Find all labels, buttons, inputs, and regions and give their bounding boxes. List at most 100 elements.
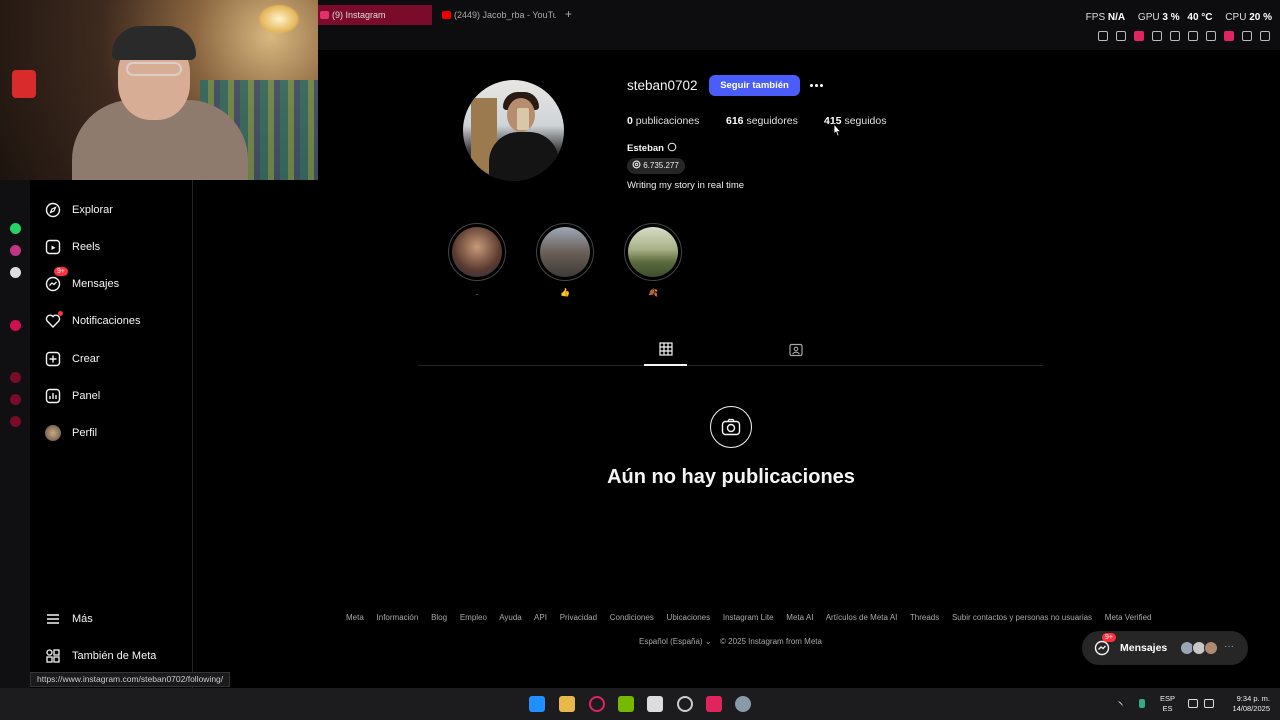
- follow-back-button[interactable]: Seguir también: [709, 75, 800, 96]
- windows-start-icon[interactable]: [529, 696, 545, 712]
- tabs-divider: [418, 365, 1043, 366]
- volume-icon[interactable]: [1204, 699, 1214, 708]
- browser-side-panel: [0, 180, 30, 700]
- shield-icon[interactable]: [1134, 31, 1144, 41]
- full-name: Esteban: [627, 142, 677, 154]
- footer-link[interactable]: Ayuda: [499, 613, 522, 622]
- profile-extension-icon[interactable]: [1224, 31, 1234, 41]
- tab-posts[interactable]: [644, 338, 687, 366]
- mouse-cursor-icon: [833, 123, 842, 137]
- sidebar-item-label: Más: [72, 613, 93, 625]
- sidebar-item-label: También de Meta: [72, 650, 157, 662]
- footer-link[interactable]: Información: [377, 613, 419, 622]
- whatsapp-icon[interactable]: [10, 223, 21, 234]
- sidebar-item-panel[interactable]: Panel: [44, 384, 100, 408]
- extensions-icon[interactable]: [10, 394, 21, 405]
- following-label: seguidos: [844, 115, 887, 127]
- extension-icon[interactable]: [1188, 31, 1198, 41]
- windows-taskbar: ESP ES 9:34 p. m. 14/08/2025: [0, 688, 1280, 720]
- tab-label: (2449) Jacob_rba - YouTu: [454, 10, 556, 20]
- footer-link[interactable]: Meta AI: [786, 613, 813, 622]
- opera-gx-icon[interactable]: [589, 696, 605, 712]
- followers-link[interactable]: 616 seguidores: [726, 115, 798, 127]
- sidebar-item-perfil[interactable]: Perfil: [44, 421, 97, 445]
- network-icon[interactable]: [1188, 699, 1198, 708]
- clock-time: 9:34 p. m.: [1236, 694, 1270, 703]
- browser-toolbar: [1098, 31, 1270, 41]
- story-highlight[interactable]: [536, 223, 594, 281]
- discord-icon[interactable]: [677, 696, 693, 712]
- heart-icon[interactable]: [1170, 31, 1180, 41]
- tab-youtube[interactable]: (2449) Jacob_rba - YouTu: [440, 5, 556, 25]
- tiktok-icon[interactable]: [706, 696, 722, 712]
- footer-link[interactable]: Subir contactos y personas no usuarias: [952, 613, 1092, 622]
- nvidia-icon[interactable]: [618, 696, 634, 712]
- compass-icon: [44, 201, 62, 219]
- puzzle-icon[interactable]: [1206, 31, 1216, 41]
- history-icon[interactable]: [10, 372, 21, 383]
- reels-icon: [44, 238, 62, 256]
- footer-link[interactable]: Ubicaciones: [667, 613, 711, 622]
- story-highlight[interactable]: [624, 223, 682, 281]
- sidebar-item-explorar[interactable]: Explorar: [44, 198, 113, 222]
- sidebar-item-label: Mensajes: [72, 278, 120, 290]
- cpu-value: 20 %: [1249, 12, 1272, 23]
- sidebar-item-label: Explorar: [72, 204, 113, 216]
- menu-icon[interactable]: [1260, 31, 1270, 41]
- highlight-label: 👍: [560, 288, 570, 297]
- footer-link[interactable]: Condiciones: [610, 613, 654, 622]
- sidebar-item-mas[interactable]: Más: [44, 607, 93, 631]
- sidebar-item-tambien-de-meta[interactable]: También de Meta: [44, 644, 156, 668]
- posts-number: 0: [627, 115, 633, 127]
- followers-number: 616: [726, 115, 744, 127]
- messages-pill[interactable]: 9+ Mensajes ···: [1082, 631, 1248, 665]
- sidebar-item-reels[interactable]: Reels: [44, 235, 100, 259]
- instagram-icon[interactable]: [10, 245, 21, 256]
- chevron-up-icon[interactable]: [1114, 700, 1124, 710]
- story-highlight[interactable]: [448, 223, 506, 281]
- copyright: © 2025 Instagram from Meta: [720, 637, 822, 646]
- music-icon[interactable]: [10, 320, 21, 331]
- screenshot-icon[interactable]: [1116, 31, 1126, 41]
- threads-badge[interactable]: 6.735.277: [627, 158, 685, 174]
- sidebar-item-mensajes[interactable]: 9+ Mensajes: [44, 267, 120, 296]
- tab-instagram[interactable]: (9) Instagram: [318, 5, 432, 25]
- footer-link[interactable]: Blog: [431, 613, 447, 622]
- file-explorer-icon[interactable]: [559, 696, 575, 712]
- footer-link[interactable]: Threads: [910, 613, 939, 622]
- play-icon[interactable]: [1152, 31, 1162, 41]
- lamp: [258, 4, 300, 34]
- footer-link[interactable]: API: [534, 613, 547, 622]
- footer-link[interactable]: Meta Verified: [1105, 613, 1152, 622]
- microphone-icon[interactable]: [1139, 699, 1145, 708]
- footer-link[interactable]: Instagram Lite: [723, 613, 774, 622]
- obs-icon[interactable]: [647, 696, 663, 712]
- person-glasses: [126, 62, 182, 76]
- footer-link[interactable]: Artículos de Meta AI: [826, 613, 898, 622]
- profile-picture[interactable]: [463, 80, 564, 181]
- threads-count: 6.735.277: [643, 161, 679, 170]
- instagram-favicon-icon: [320, 11, 329, 19]
- pin-icon[interactable]: [1098, 31, 1108, 41]
- streamer-logo-icon: [12, 70, 36, 98]
- settings-icon[interactable]: [10, 416, 21, 427]
- empty-state-title: Aún no hay publicaciones: [607, 466, 855, 488]
- clock[interactable]: 9:34 p. m. 14/08/2025: [1232, 694, 1270, 714]
- person-cap: [112, 26, 196, 60]
- footer-link[interactable]: Empleo: [460, 613, 487, 622]
- tiktok-icon[interactable]: [10, 267, 21, 278]
- footer-link[interactable]: Meta: [346, 613, 364, 622]
- lang-bottom: ES: [1162, 704, 1173, 713]
- input-language[interactable]: ESP ES: [1160, 694, 1175, 714]
- new-tab-button[interactable]: +: [565, 7, 572, 21]
- webcam-overlay: [0, 0, 318, 180]
- tab-tagged[interactable]: [786, 338, 806, 358]
- more-options-button[interactable]: [806, 76, 826, 94]
- footer-link[interactable]: Privacidad: [560, 613, 597, 622]
- sidebar-item-crear[interactable]: Crear: [44, 347, 100, 371]
- download-icon[interactable]: [1242, 31, 1252, 41]
- sidebar-item-notificaciones[interactable]: Notificaciones: [44, 309, 140, 333]
- language-selector[interactable]: Español (España) ⌄: [639, 637, 712, 646]
- fps-label: FPS: [1085, 12, 1106, 23]
- settings-icon[interactable]: [735, 696, 751, 712]
